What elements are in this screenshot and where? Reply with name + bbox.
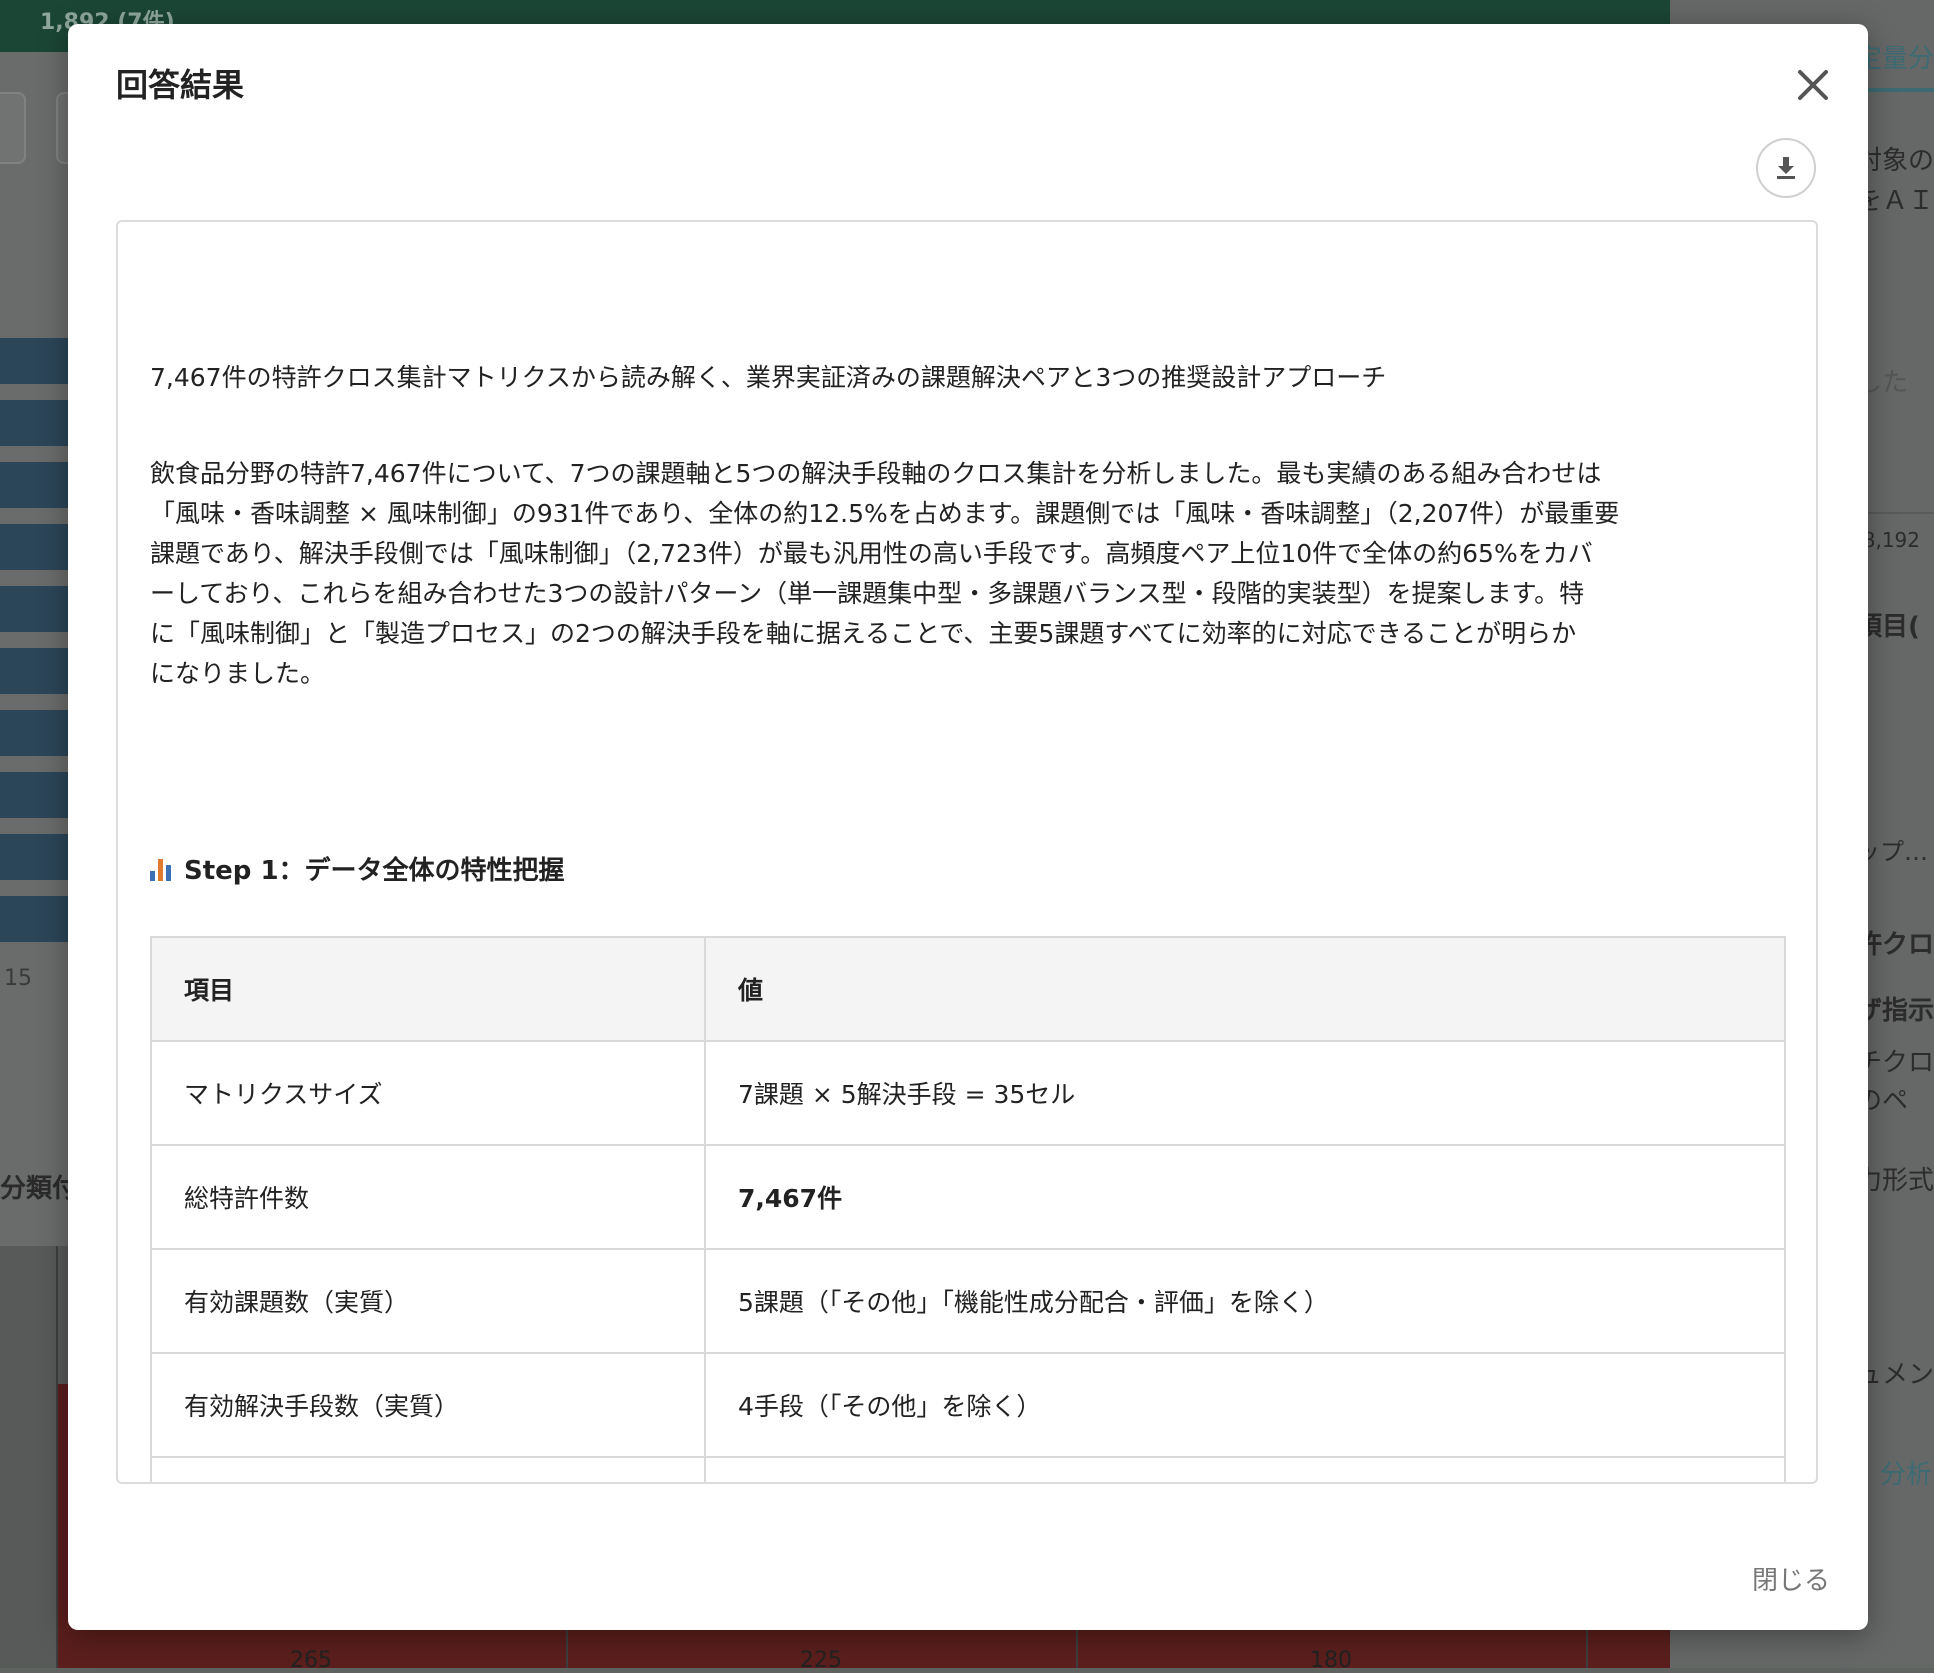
- bg-bar: [0, 710, 70, 756]
- table-cell-item: マトリクスサイズ: [150, 1040, 706, 1146]
- close-button[interactable]: 閉じる: [1752, 1560, 1830, 1597]
- table-row: 有効解決手段数（実質） 4手段（「その他」を除く）: [150, 1352, 1786, 1458]
- bg-grid-line: [56, 1246, 58, 1668]
- result-modal: 回答結果 7,467件の特許クロス集計マトリクスから読み解く、業界実証済みの課題…: [68, 24, 1868, 1630]
- bg-heatmap-value: 225: [800, 1648, 842, 1673]
- summary-table: 項目 値 マトリクスサイズ 7課題 × 5解決手段 = 35セル 総特許件数 7…: [150, 936, 1786, 1482]
- bg-bar: [0, 338, 70, 384]
- bg-category-label: 分類付: [0, 1174, 79, 1204]
- bg-bar: [0, 834, 70, 880]
- bg-heatmap-value: 265: [290, 1648, 332, 1673]
- table-cell-value: 4手段（「その他」を除く）: [704, 1352, 1786, 1458]
- summary-line: になりました。: [150, 659, 326, 688]
- table-cell-value: [704, 1456, 1786, 1482]
- table-cell-value: 7課題 × 5解決手段 = 35セル: [704, 1040, 1786, 1146]
- bg-bar: [0, 524, 70, 570]
- modal-title: 回答結果: [116, 66, 245, 104]
- bg-bar: [0, 586, 70, 632]
- bg-bar: [0, 772, 70, 818]
- table-header-row: 項目 値: [150, 936, 1786, 1042]
- table-header-item: 項目: [150, 936, 706, 1042]
- bg-bar: [0, 896, 70, 942]
- bg-heatmap-value: 180: [1310, 1648, 1352, 1673]
- step1-title: Step 1：データ全体の特性把握: [184, 856, 565, 886]
- summary-line: 飲食品分野の特許7,467件について、7つの課題軸と5つの解決手段軸のクロス集計…: [150, 459, 1602, 488]
- step1-heading: Step 1：データ全体の特性把握: [150, 850, 565, 887]
- summary-line: に「風味制御」と「製造プロセス」の2つの解決手段を軸に据えることで、主要5課題す…: [150, 619, 1577, 648]
- close-icon[interactable]: [1790, 62, 1836, 108]
- bg-bar-chart: [0, 338, 70, 958]
- table-row: 有効課題数（実質） 5課題（「その他」「機能性成分配合・評価」を除く）: [150, 1248, 1786, 1354]
- table-cell-item: 有効解決手段数（実質）: [150, 1352, 706, 1458]
- table-cell-item: 総特許件数: [150, 1144, 706, 1250]
- table-header-value: 値: [704, 936, 1786, 1042]
- summary-line: 課題であり、解決手段側では「風味制御」（2,723件）が最も汎用性の高い手段です…: [150, 539, 1593, 568]
- table-cell-value: 7,467件: [704, 1144, 1786, 1250]
- download-button[interactable]: [1756, 138, 1816, 198]
- table-row: [150, 1456, 1786, 1482]
- answer-content: 7,467件の特許クロス集計マトリクスから読み解く、業界実証済みの課題解決ペアと…: [116, 220, 1818, 1484]
- answer-summary: 飲食品分野の特許7,467件について、7つの課題軸と5つの解決手段軸のクロス集計…: [150, 454, 1790, 694]
- bg-input-left: [0, 92, 26, 164]
- table-row: 総特許件数 7,467件: [150, 1144, 1786, 1250]
- bg-bar: [0, 648, 70, 694]
- bar-chart-icon: [150, 857, 174, 881]
- bg-bar: [0, 400, 70, 446]
- table-cell-item: 有効課題数（実質）: [150, 1248, 706, 1354]
- table-row: マトリクスサイズ 7課題 × 5解決手段 = 35セル: [150, 1040, 1786, 1146]
- bg-bar: [0, 462, 70, 508]
- table-cell-value: 5課題（「その他」「機能性成分配合・評価」を除く）: [704, 1248, 1786, 1354]
- answer-headline: 7,467件の特許クロス集計マトリクスから読み解く、業界実証済みの課題解決ペアと…: [150, 363, 1387, 392]
- download-icon: [1777, 157, 1795, 179]
- right-panel-analyze-button[interactable]: 分析: [1880, 1454, 1932, 1491]
- summary-line: 「風味・香味調整 × 風味制御」の931件であり、全体の約12.5%を占めます。…: [150, 499, 1620, 528]
- table-cell-item: [150, 1456, 706, 1482]
- summary-line: ーしており、これらを組み合わせた3つの設計パターン（単一課題集中型・多課題バラン…: [150, 579, 1585, 608]
- bg-axis-tick: 15: [4, 966, 32, 991]
